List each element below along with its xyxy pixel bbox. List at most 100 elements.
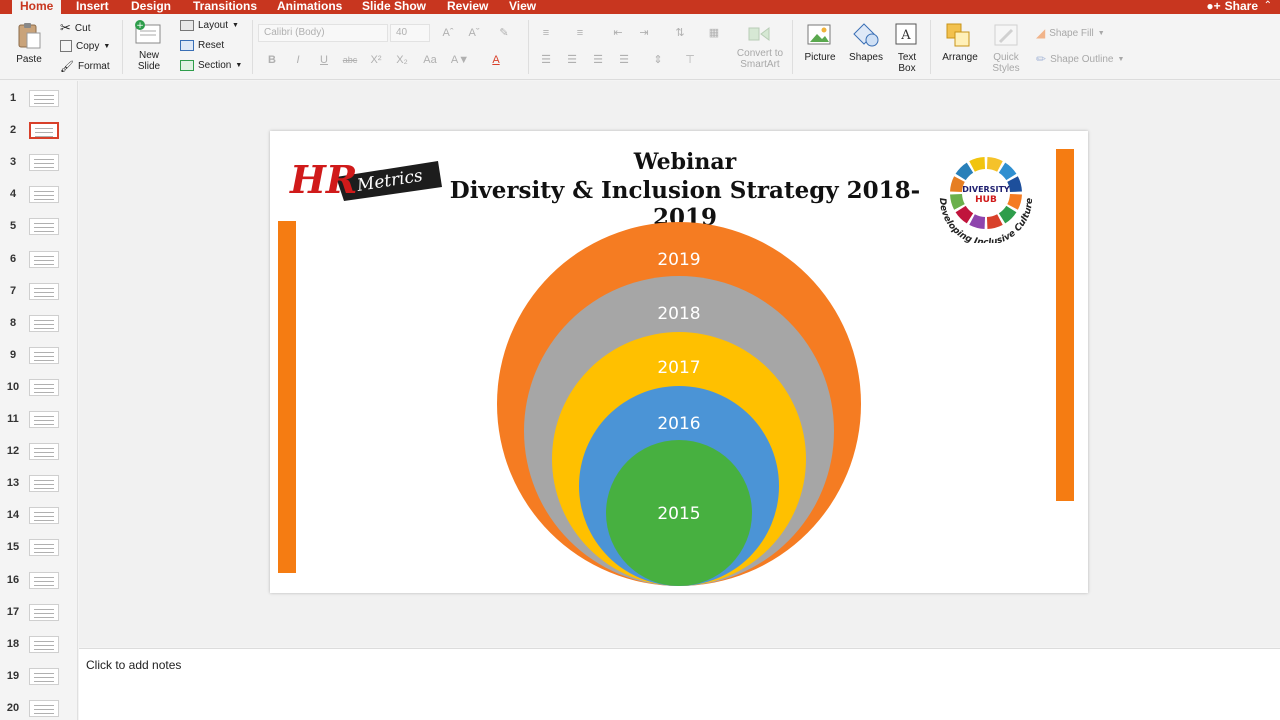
- slide-thumbnail[interactable]: [29, 667, 59, 685]
- font-name-select[interactable]: Calibri (Body): [258, 24, 388, 42]
- slide-thumbnail[interactable]: [29, 443, 59, 461]
- tab-home[interactable]: Home: [12, 0, 62, 14]
- shape-outline-button[interactable]: ✏ Shape Outline ▼: [1036, 52, 1124, 66]
- chevron-down-icon: ▼: [103, 42, 111, 50]
- layout-icon: [180, 20, 194, 31]
- slide-thumbnail[interactable]: [29, 475, 59, 493]
- paintbrush-icon: 🖌: [60, 61, 74, 73]
- slide-thumbnail-number: 2: [9, 124, 17, 137]
- decrease-indent-icon[interactable]: ⇤: [608, 25, 628, 41]
- shape-fill-button[interactable]: ◢ Shape Fill ▼: [1036, 26, 1105, 40]
- tab-review[interactable]: Review: [447, 0, 488, 14]
- concentric-circles-diagram[interactable]: 2019 2018 2017 2016 2015: [496, 221, 862, 587]
- numbering-icon[interactable]: ≡: [570, 25, 590, 41]
- thumbnail-content-line: [34, 199, 54, 201]
- line-spacing-icon[interactable]: ⇅: [670, 25, 690, 41]
- reset-button[interactable]: Reset: [180, 40, 224, 51]
- slide-thumbnail[interactable]: [29, 90, 59, 107]
- arrange-button[interactable]: Arrange: [938, 22, 982, 63]
- align-text-icon[interactable]: ⊤: [680, 52, 700, 68]
- slide-thumbnail[interactable]: [29, 314, 59, 332]
- slide-canvas[interactable]: HR Metrics Webinar Diversity & Inclusion…: [270, 131, 1088, 593]
- align-left-icon[interactable]: ☰: [536, 52, 556, 68]
- thumbnail-content-line: [34, 227, 54, 229]
- bullets-icon[interactable]: ≡: [536, 25, 556, 41]
- thumbnail-content-line: [34, 263, 54, 265]
- tab-insert[interactable]: Insert: [76, 0, 109, 14]
- columns-icon[interactable]: ▦: [704, 25, 724, 41]
- slide-thumbnail[interactable]: [29, 378, 59, 396]
- text-box-button[interactable]: A Text Box: [892, 22, 922, 74]
- tab-slide-show[interactable]: Slide Show: [362, 0, 426, 14]
- superscript-button[interactable]: X²: [366, 52, 386, 68]
- slide-thumbnail[interactable]: [29, 122, 59, 140]
- tab-animations[interactable]: Animations: [277, 0, 342, 14]
- notes-pane[interactable]: Click to add notes: [79, 648, 1280, 720]
- slide-thumbnail[interactable]: [29, 507, 59, 525]
- slide-thumbnail[interactable]: [29, 186, 59, 204]
- shape-outline-label: Shape Outline: [1050, 53, 1114, 65]
- slide-thumbnail[interactable]: [29, 571, 59, 589]
- thumbnail-content-line: [34, 640, 54, 642]
- slide-thumbnail[interactable]: [29, 154, 59, 172]
- chevron-down-icon: ▼: [1097, 29, 1105, 37]
- new-slide-button[interactable]: + New Slide: [130, 20, 168, 72]
- thumbnail-content-line: [34, 167, 54, 169]
- quick-styles-icon: [994, 24, 1018, 46]
- slide-thumbnail[interactable]: [29, 346, 59, 364]
- thumbnail-content-line: [34, 159, 54, 161]
- svg-text:+: +: [136, 21, 144, 31]
- thumbnail-content-line: [34, 355, 54, 357]
- slide-thumbnail[interactable]: [29, 539, 59, 557]
- notes-placeholder: Click to add notes: [86, 658, 182, 672]
- italic-button[interactable]: I: [288, 52, 308, 68]
- picture-button[interactable]: Picture: [801, 22, 839, 63]
- grow-font-icon[interactable]: Aˆ: [438, 25, 458, 41]
- tab-design[interactable]: Design: [131, 0, 171, 14]
- copy-button[interactable]: Copy ▼: [60, 40, 110, 52]
- right-accent-bar: [1056, 149, 1074, 501]
- slide-thumbnail-number: 5: [9, 220, 17, 233]
- layout-button[interactable]: Layout ▼: [180, 20, 239, 31]
- bold-button[interactable]: B: [262, 52, 282, 68]
- font-size-select[interactable]: 40: [390, 24, 430, 42]
- thumbnail-content-line: [34, 512, 54, 514]
- slide-thumbnail[interactable]: [29, 635, 59, 653]
- clear-formatting-icon[interactable]: ✎: [494, 25, 514, 41]
- underline-button[interactable]: U: [314, 52, 334, 68]
- slide-title-line-1[interactable]: Webinar: [430, 149, 940, 175]
- slide-thumbnail[interactable]: [29, 250, 59, 268]
- font-color-icon[interactable]: A: [486, 52, 506, 68]
- paste-button[interactable]: Paste: [12, 22, 46, 65]
- strikethrough-button[interactable]: abc: [340, 52, 360, 68]
- share-button[interactable]: ●+ Share: [1206, 0, 1258, 12]
- justify-icon[interactable]: ☰: [614, 52, 634, 68]
- slide-thumbnail[interactable]: [29, 699, 59, 717]
- reset-icon: [180, 40, 194, 51]
- section-button[interactable]: Section ▼: [180, 60, 242, 71]
- tab-view[interactable]: View: [509, 0, 536, 14]
- thumbnail-content-line: [34, 672, 54, 674]
- collapse-ribbon-icon[interactable]: ⌃: [1264, 0, 1272, 12]
- highlight-icon[interactable]: A▼: [450, 52, 470, 68]
- increase-indent-icon[interactable]: ⇥: [634, 25, 654, 41]
- text-direction-icon[interactable]: ⇕: [648, 52, 668, 68]
- align-right-icon[interactable]: ☰: [588, 52, 608, 68]
- change-case-icon[interactable]: Aa: [420, 52, 440, 68]
- slide-thumbnail[interactable]: [29, 282, 59, 300]
- shrink-font-icon[interactable]: Aˇ: [464, 25, 484, 41]
- shapes-button[interactable]: Shapes: [846, 22, 886, 63]
- slide-thumbnail[interactable]: [29, 603, 59, 621]
- convert-smartart-label: Convert to SmartArt: [736, 48, 784, 70]
- slide-thumbnail[interactable]: [29, 411, 59, 428]
- slide-thumbnail[interactable]: [29, 218, 59, 236]
- quick-styles-button[interactable]: Quick Styles: [986, 22, 1026, 74]
- tab-transitions[interactable]: Transitions: [193, 0, 257, 14]
- convert-smartart-button[interactable]: Convert to SmartArt: [733, 24, 787, 70]
- subscript-button[interactable]: X₂: [392, 52, 412, 68]
- cut-button[interactable]: ✂ Cut: [60, 20, 90, 36]
- align-center-icon[interactable]: ☰: [562, 52, 582, 68]
- format-painter-button[interactable]: 🖌 Format: [60, 60, 110, 73]
- circle-label-2017: 2017: [657, 358, 700, 378]
- paste-label: Paste: [16, 54, 42, 65]
